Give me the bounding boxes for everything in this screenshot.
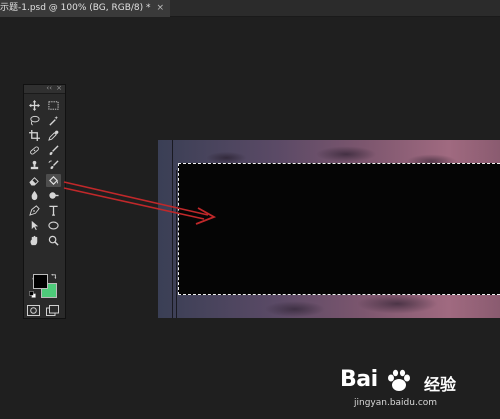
history-brush-icon <box>48 160 59 170</box>
document-tab-bar: 示题-1.psd @ 100% (BG, RGB/8) * × <box>0 0 500 17</box>
paw-icon <box>388 369 410 391</box>
crop-icon <box>29 130 40 141</box>
swap-colors-icon[interactable] <box>51 273 58 280</box>
foreground-color-swatch[interactable] <box>33 274 48 289</box>
eraser-tool[interactable] <box>27 174 42 187</box>
screen-mode-icon[interactable] <box>46 305 59 316</box>
panel-close-icon[interactable]: × <box>56 84 62 92</box>
eyedropper-icon <box>48 130 59 141</box>
zoom-tool[interactable] <box>46 234 61 247</box>
baidu-jingyan-watermark: Bai 经验 jingyan.baidu.com <box>340 365 490 415</box>
move-icon <box>29 100 40 111</box>
watermark-url: jingyan.baidu.com <box>354 398 438 408</box>
selection-marquee <box>178 163 500 295</box>
dodge-icon <box>49 192 59 199</box>
marquee-tool[interactable] <box>46 99 61 112</box>
rect-marquee-icon <box>48 101 59 110</box>
lasso-icon <box>30 115 40 126</box>
pen-tool[interactable] <box>27 204 42 217</box>
hand-tool[interactable] <box>27 234 42 247</box>
hand-icon <box>30 235 38 246</box>
document-tab[interactable]: 示题-1.psd @ 100% (BG, RGB/8) * × <box>0 0 171 17</box>
boat-mast <box>172 140 173 318</box>
dodge-tool[interactable] <box>46 189 61 202</box>
paint-bucket-tool[interactable] <box>46 174 61 187</box>
pen-icon <box>29 205 40 216</box>
history-brush-tool[interactable] <box>46 159 61 172</box>
magic-wand-tool[interactable] <box>46 114 61 127</box>
bandage-icon <box>30 146 39 155</box>
close-icon[interactable]: × <box>157 0 165 17</box>
stamp-icon <box>30 160 39 170</box>
brush-tool[interactable] <box>46 144 61 157</box>
watermark-cn: 经验 <box>424 375 457 394</box>
tools-panel-header[interactable]: ‹‹ × <box>24 84 65 94</box>
eraser-icon <box>29 177 39 186</box>
boat-mast <box>176 170 177 318</box>
document-tab-title: 示题-1.psd @ 100% (BG, RGB/8) * <box>0 3 151 13</box>
ellipse-tool[interactable] <box>46 219 61 232</box>
move-tool[interactable] <box>27 99 42 112</box>
lasso-tool[interactable] <box>27 114 42 127</box>
ellipse-icon <box>48 221 59 230</box>
blur-tool[interactable] <box>27 189 42 202</box>
zoom-icon <box>48 235 59 246</box>
type-tool[interactable] <box>46 204 61 217</box>
clone-stamp-tool[interactable] <box>27 159 42 172</box>
path-selection-tool[interactable] <box>27 219 42 232</box>
crop-tool[interactable] <box>27 129 42 142</box>
brush-icon <box>49 145 59 156</box>
type-icon <box>49 205 58 216</box>
arrow-icon <box>31 220 39 231</box>
blur-drop-icon <box>31 190 38 201</box>
watermark-logo: Bai <box>340 367 378 392</box>
healing-brush-tool[interactable] <box>27 144 42 157</box>
paint-bucket-icon <box>49 176 58 185</box>
magic-wand-icon <box>49 115 59 126</box>
quick-mask-icon[interactable] <box>27 305 40 316</box>
eyedropper-tool[interactable] <box>46 129 61 142</box>
default-colors-icon[interactable] <box>29 291 36 298</box>
collapse-icon[interactable]: ‹‹ <box>46 84 52 92</box>
